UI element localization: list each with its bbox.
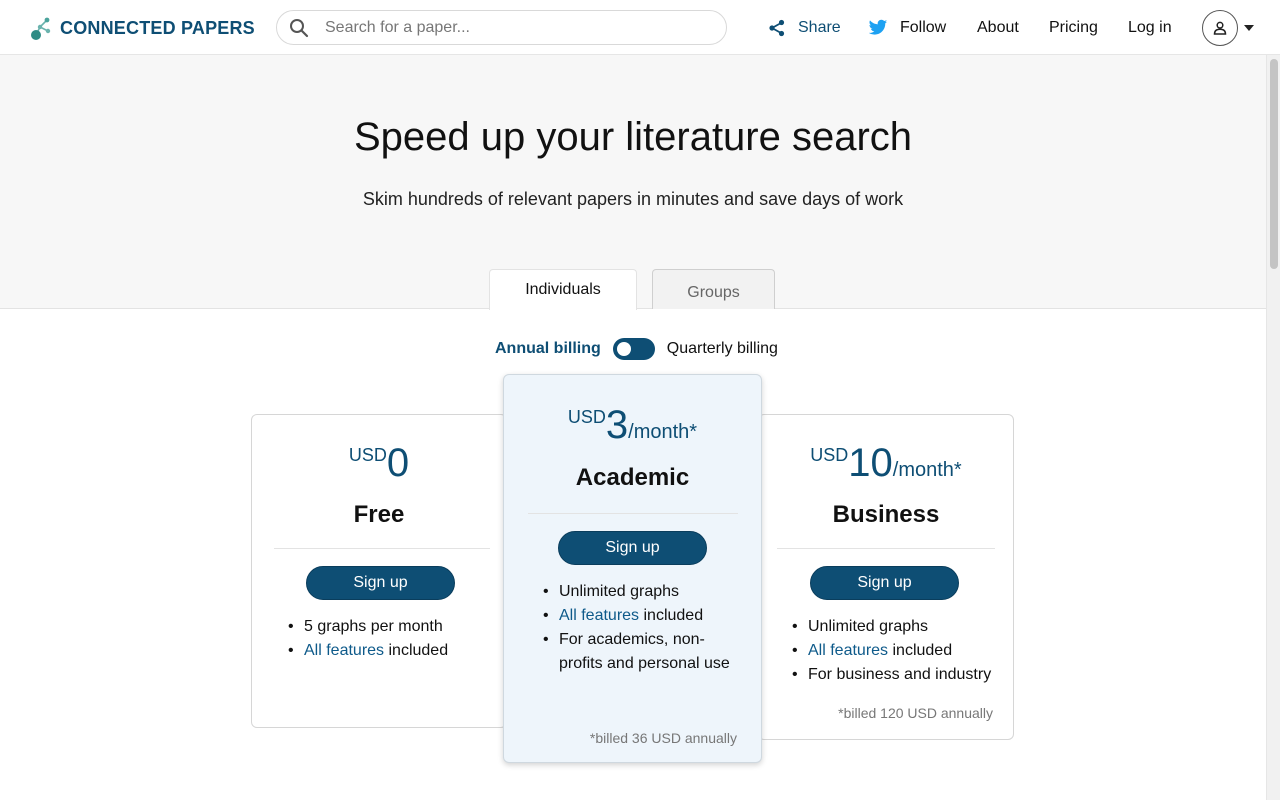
card-divider: [777, 548, 995, 549]
caret-down-icon: [1244, 25, 1254, 31]
all-features-link[interactable]: All features: [808, 642, 888, 659]
connected-dots-logo-icon: [31, 17, 51, 40]
feature-item: 5 graphs per month: [288, 615, 498, 639]
pricing-link[interactable]: Pricing: [1049, 17, 1098, 39]
search-input[interactable]: [325, 18, 705, 37]
plan-name: Academic: [575, 464, 690, 491]
feature-item: All features included: [543, 604, 743, 628]
tab-individuals[interactable]: Individuals: [489, 269, 637, 310]
plan-name: Free: [353, 501, 405, 528]
top-navbar: CONNECTED PAPERS Share Follow About Pric…: [0, 0, 1280, 55]
plan-price: USD0: [252, 443, 506, 483]
plan-name: Business: [832, 501, 940, 528]
price-amount: 10: [848, 441, 893, 485]
login-link[interactable]: Log in: [1128, 17, 1172, 39]
plan-price: USD10/month*: [759, 443, 1013, 483]
twitter-bird-icon: [868, 19, 888, 35]
follow-button[interactable]: Follow: [868, 17, 946, 39]
feature-item: For academics, non-profits and personal …: [543, 628, 743, 676]
logo[interactable]: CONNECTED PAPERS: [30, 14, 255, 42]
feature-list: Unlimited graphs All features included F…: [543, 580, 743, 676]
signup-button-free[interactable]: Sign up: [306, 566, 455, 600]
feature-item: Unlimited graphs: [543, 580, 743, 604]
all-features-link[interactable]: All features: [304, 642, 384, 659]
feature-item: For business and industry: [792, 663, 1007, 687]
account-menu[interactable]: [1202, 10, 1255, 46]
quarterly-billing-label[interactable]: Quarterly billing: [667, 340, 778, 358]
share-button[interactable]: Share: [768, 17, 841, 39]
user-icon: [1213, 21, 1227, 35]
logo-text: CONNECTED PAPERS: [60, 17, 255, 38]
scrollbar-thumb[interactable]: [1270, 59, 1278, 269]
price-period: /month*: [892, 459, 962, 481]
toggle-knob: [616, 342, 631, 356]
hero-section: Speed up your literature search Skim hun…: [0, 55, 1266, 310]
plan-card-business: USD10/month* Business Sign up Unlimited …: [758, 414, 1014, 740]
feature-list: 5 graphs per month All features included: [288, 615, 498, 663]
price-amount: 3: [605, 403, 629, 447]
feature-list: Unlimited graphs All features included F…: [792, 615, 1007, 687]
share-icon: [769, 19, 785, 37]
billing-toggle-group: Annual billing Quarterly billing: [495, 338, 778, 360]
card-divider: [274, 548, 490, 549]
signup-button-business[interactable]: Sign up: [810, 566, 959, 600]
feature-item: All features included: [792, 639, 1007, 663]
price-currency: USD: [348, 445, 387, 465]
search-bar[interactable]: [276, 10, 727, 45]
search-icon: [290, 18, 309, 37]
billing-toggle[interactable]: [612, 338, 655, 360]
share-label: Share: [798, 19, 841, 36]
plan-card-academic: USD3/month* Academic Sign up Unlimited g…: [503, 374, 762, 763]
billed-note: *billed 36 USD annually: [589, 730, 737, 746]
tab-groups[interactable]: Groups: [652, 269, 775, 309]
all-features-link[interactable]: All features: [559, 607, 639, 624]
card-divider: [528, 513, 738, 514]
billed-note: *billed 120 USD annually: [838, 705, 993, 721]
page-title: Speed up your literature search: [353, 115, 913, 159]
plan-price: USD3/month*: [504, 405, 761, 445]
price-currency: USD: [810, 445, 849, 465]
about-link[interactable]: About: [977, 17, 1019, 39]
plan-card-free: USD0 Free Sign up 5 graphs per month All…: [251, 414, 507, 728]
price-amount: 0: [386, 441, 410, 485]
feature-item: Unlimited graphs: [792, 615, 1007, 639]
follow-label: Follow: [900, 19, 947, 36]
page-scrollbar[interactable]: [1266, 55, 1280, 800]
signup-button-academic[interactable]: Sign up: [558, 531, 707, 565]
price-currency: USD: [567, 407, 606, 427]
avatar: [1202, 10, 1238, 46]
annual-billing-label[interactable]: Annual billing: [495, 340, 601, 358]
page-subtitle: Skim hundreds of relevant papers in minu…: [362, 189, 904, 209]
feature-item: All features included: [288, 639, 498, 663]
price-period: /month*: [628, 421, 698, 443]
